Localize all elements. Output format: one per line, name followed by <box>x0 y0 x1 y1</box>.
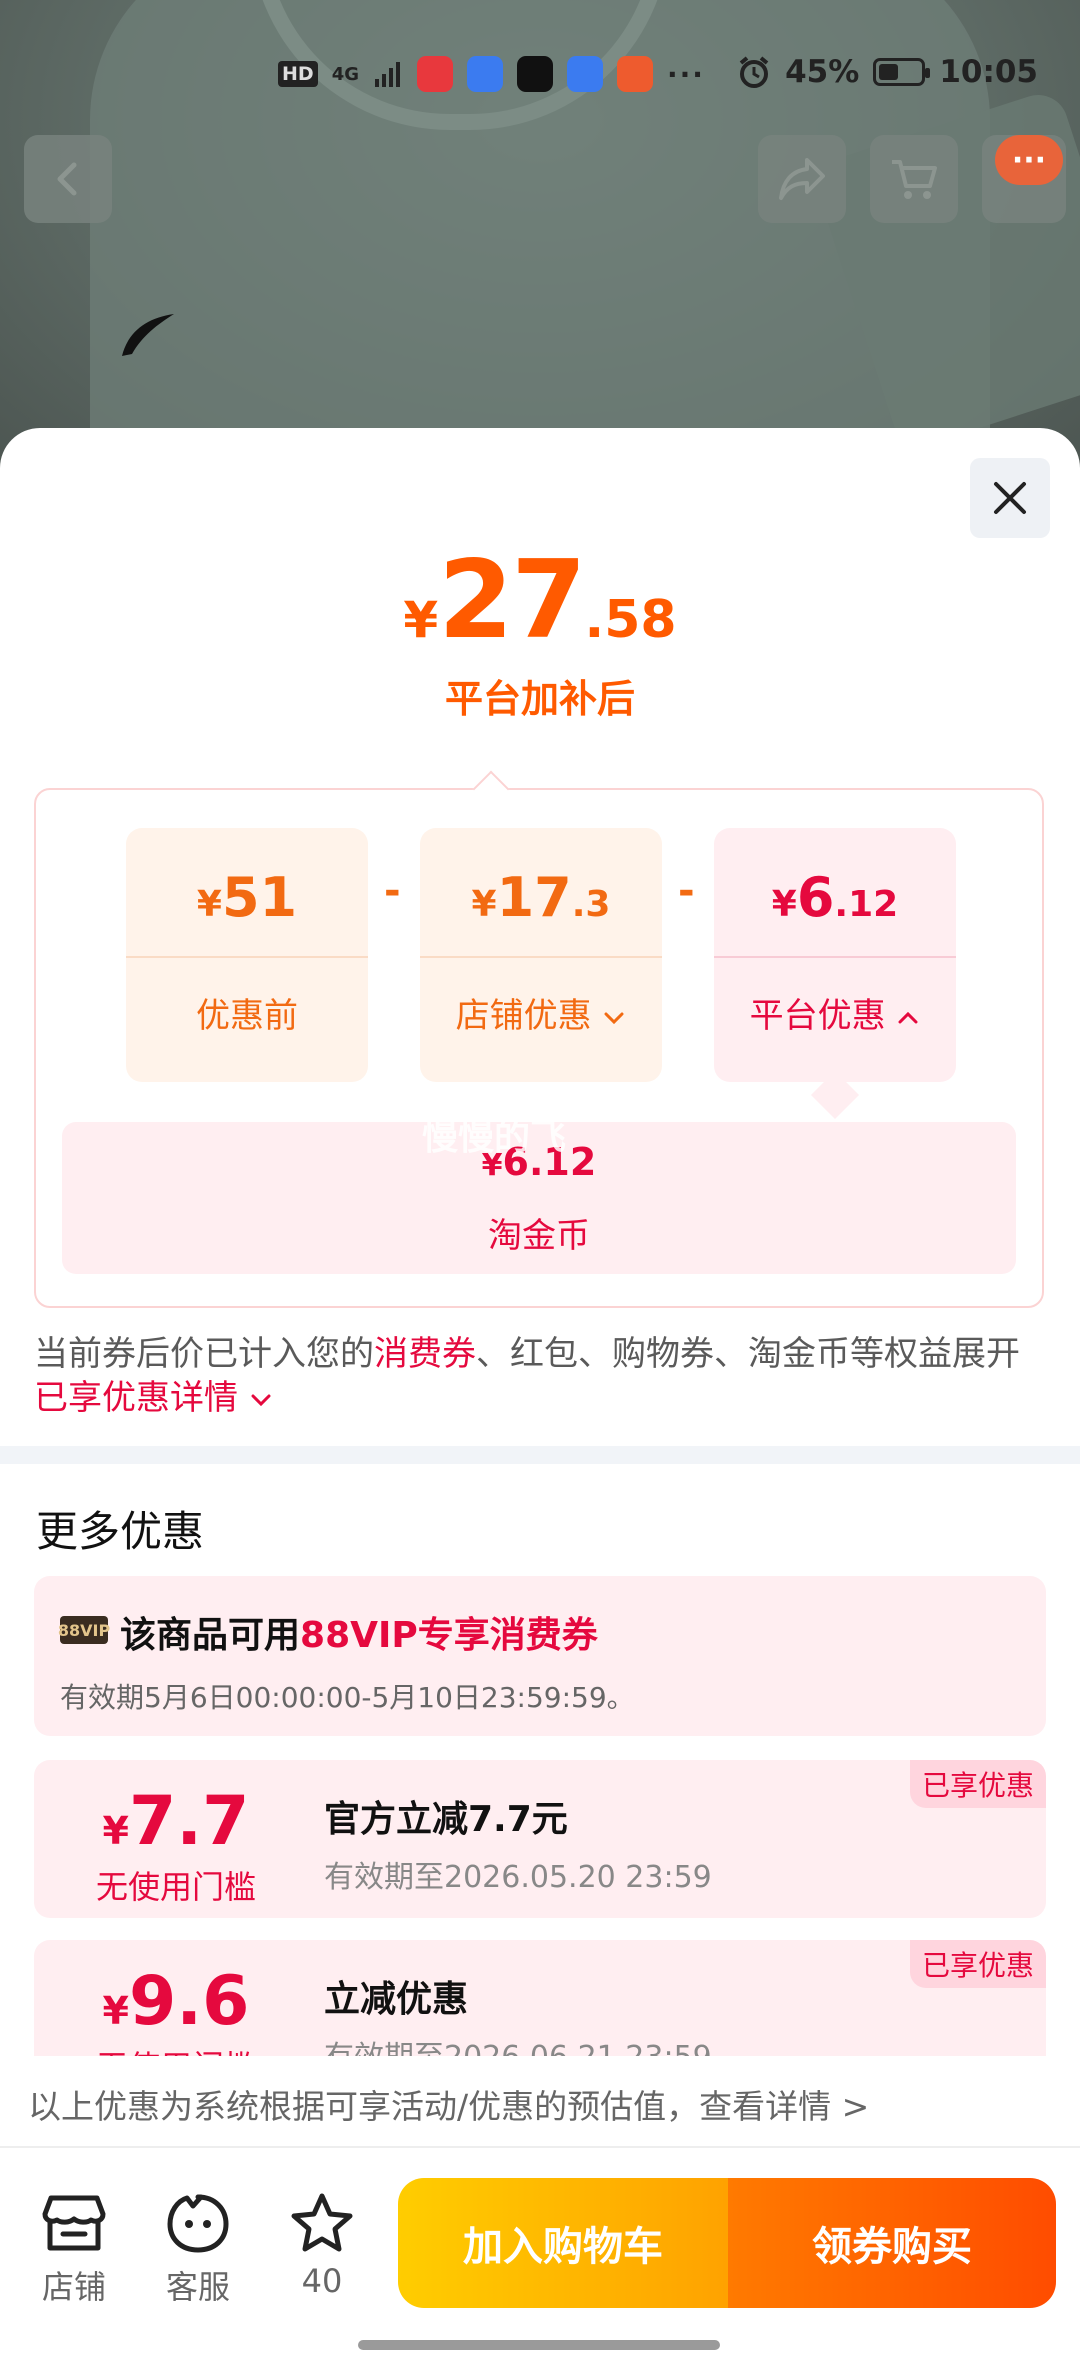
enjoyed-details-link[interactable]: 已享优惠详情 <box>34 1378 238 1418</box>
estimate-notice-text: 以上优惠为系统根据可享活动/优惠的预估值，查看详情 > <box>28 2087 870 2126</box>
shop-discount-text: 店铺优惠 <box>455 996 592 1036</box>
estimate-notice-bar[interactable]: 以上优惠为系统根据可享活动/优惠的预估值，查看详情 > <box>0 2056 1080 2148</box>
original-price-cell: ¥51 优惠前 <box>126 828 368 1082</box>
original-label: 优惠前 <box>196 996 298 1036</box>
minus-sign: - <box>384 868 401 914</box>
store-icon <box>42 2195 106 2251</box>
more-offers-title: 更多优惠 <box>36 1507 205 1556</box>
close-button[interactable] <box>970 458 1050 538</box>
close-icon <box>994 482 1026 514</box>
section-divider <box>0 1446 1080 1464</box>
cart-icon <box>892 160 937 199</box>
shop-discount-cell[interactable]: ¥17.3 店铺优惠 <box>420 828 662 1082</box>
favorite-count: 40 <box>301 2262 343 2300</box>
discount-detail-sheet: ¥27.58 平台加补后 ¥51 优惠前 - ¥17.3 店铺优惠 - ¥6.1… <box>0 428 1080 2376</box>
minus-sign: - <box>678 868 695 914</box>
platform-discount-cell[interactable]: ¥6.12 平台优惠 <box>714 828 956 1082</box>
back-button[interactable] <box>24 135 112 223</box>
add-to-cart-button[interactable]: 加入购物车 <box>398 2178 728 2308</box>
enjoyed-badge: 已享优惠 <box>909 1940 1046 1988</box>
coupon-validity: 有效期至2026.05.20 23:59 <box>324 1860 712 1895</box>
browser-notification-icon <box>467 56 503 92</box>
vip-title-text: 该商品可用 <box>120 1615 301 1656</box>
chevron-up-icon <box>898 1011 918 1023</box>
shop-value: 17 <box>496 866 572 929</box>
chevron-left-icon <box>57 162 77 196</box>
shop-button[interactable]: 店铺 <box>24 2192 124 2308</box>
customer-service-icon <box>167 2194 229 2253</box>
price-currency: ¥ <box>403 591 439 649</box>
shop-label: 店铺 <box>41 2268 106 2306</box>
signal-icon <box>375 62 400 87</box>
cart-button[interactable] <box>870 135 958 223</box>
brand-logo-icon <box>122 314 174 356</box>
star-icon <box>291 2193 353 2252</box>
battery-percent: 45% <box>785 54 860 90</box>
enjoyed-badge: 已享优惠 <box>909 1760 1046 1808</box>
coupon-name: 官方立减7.7元 <box>324 1799 568 1840</box>
note-text-2: 、红包、购物券、淘金币等权益展开 <box>476 1334 1020 1374</box>
price-subtitle: 平台加补后 <box>444 677 635 721</box>
original-currency: ¥ <box>196 884 222 925</box>
vip-validity: 有效期5月6日00:00:00-5月10日23:59:59。 <box>60 1681 635 1714</box>
vip-title-highlight: 88VIP专享消费券 <box>300 1615 598 1656</box>
status-bar: HD 4G ··· 45% 10:05 <box>0 40 1080 110</box>
original-value: 51 <box>221 866 298 929</box>
platform-discount-label: 平台优惠 <box>714 988 956 1037</box>
shop-currency: ¥ <box>471 884 497 925</box>
share-button[interactable] <box>758 135 846 223</box>
coupon-amount: 9.6 <box>128 1962 250 2041</box>
customer-service-label: 客服 <box>165 2268 230 2306</box>
note-text: 当前券后价已计入您的 <box>34 1334 374 1374</box>
vip-coupon-card[interactable]: 88VIP 该商品可用88VIP专享消费券 有效期5月6日00:00:00-5月… <box>34 1576 1046 1736</box>
alarm-icon <box>739 56 769 88</box>
chevron-down-icon <box>604 1012 624 1024</box>
clock: 10:05 <box>939 54 1038 90</box>
platform-decimal: .12 <box>834 884 899 925</box>
coupon-condition: 无使用门槛 <box>95 1868 256 1906</box>
price-decimal: .58 <box>584 590 677 650</box>
claim-coupon-buy-button[interactable]: 领券购买 <box>728 2178 1056 2308</box>
coin-label: 淘金币 <box>488 1216 590 1256</box>
coupon-card[interactable]: ¥7.7 无使用门槛 官方立减7.7元 有效期至2026.05.20 23:59… <box>34 1760 1046 1918</box>
final-price: ¥27.58 <box>0 538 1080 663</box>
watermark: 慢慢的飞 <box>422 1117 567 1158</box>
vip-coupon-title: 该商品可用88VIP专享消费券 <box>120 1606 598 1658</box>
chevron-down-icon[interactable] <box>249 1388 273 1412</box>
coupon-currency: ¥ <box>102 1989 129 2033</box>
slow-app-notification-icon <box>617 56 653 92</box>
coupon-amount: 7.7 <box>128 1782 250 1861</box>
app-notification-icon <box>417 56 453 92</box>
battery-icon <box>873 58 931 86</box>
share-icon <box>779 158 825 200</box>
coupon-currency: ¥ <box>102 1809 129 1853</box>
88vip-badge-icon: 88VIP <box>58 1616 110 1644</box>
note-highlight: 消费券 <box>374 1334 476 1374</box>
price-integer: 27 <box>438 538 586 663</box>
tiktok-notification-icon <box>517 56 553 92</box>
more-notifications-indicator: ··· <box>667 57 705 91</box>
shop-decimal: .3 <box>571 884 611 925</box>
hd-indicator: HD <box>278 61 318 87</box>
home-indicator[interactable] <box>358 2340 720 2350</box>
platform-discount-text: 平台优惠 <box>749 996 886 1036</box>
coupon-name: 立减优惠 <box>324 1979 469 2020</box>
discount-note: 当前券后价已计入您的消费券、红包、购物券、淘金币等权益展开已享优惠详情 <box>34 1332 1034 1420</box>
more-menu-icon[interactable]: ··· <box>995 135 1063 185</box>
network-type: 4G <box>331 63 359 85</box>
shop-discount-label: 店铺优惠 <box>420 988 662 1037</box>
platform-currency: ¥ <box>771 884 797 925</box>
favorite-button[interactable]: 40 <box>272 2192 372 2300</box>
customer-service-button[interactable]: 客服 <box>148 2192 248 2308</box>
bottom-action-bar: 店铺 客服 40 加入购物车 领券购买 <box>0 2150 1080 2376</box>
browser-notification-icon <box>567 56 603 92</box>
platform-value: 6 <box>796 866 835 929</box>
